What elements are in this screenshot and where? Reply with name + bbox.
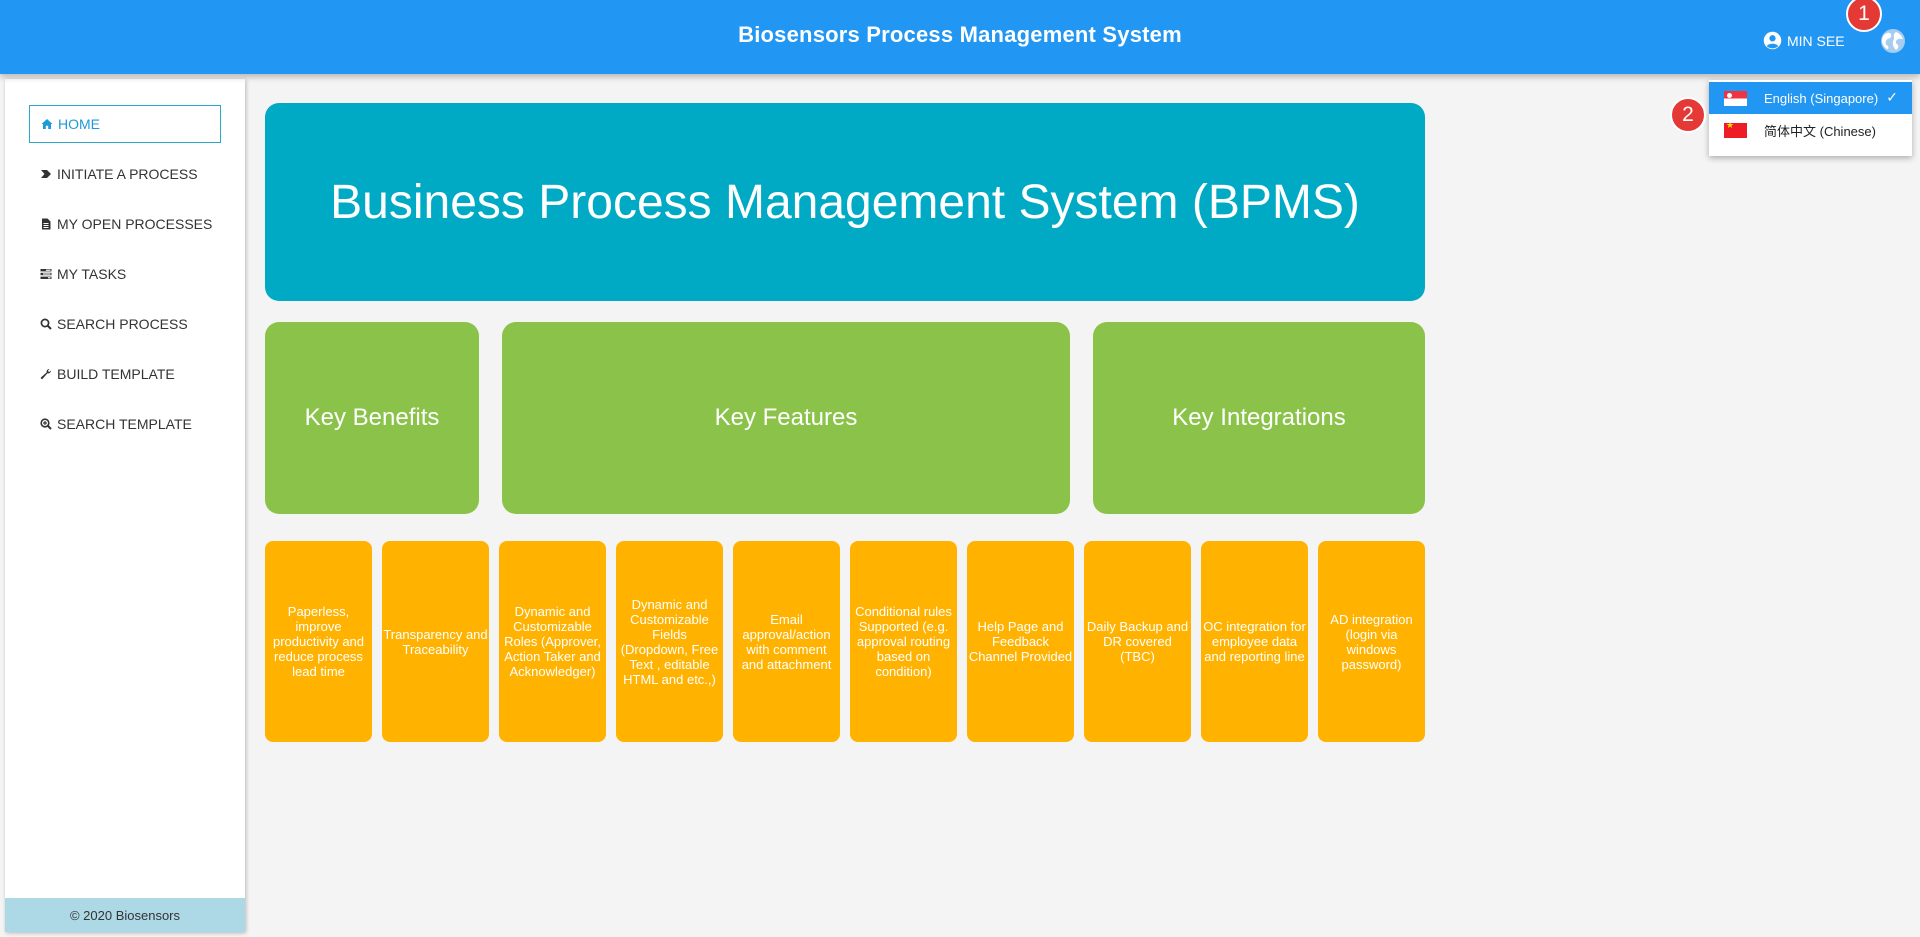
language-option-english[interactable]: English (Singapore) ✓ [1709, 82, 1912, 114]
language-dropdown: English (Singapore) ✓ 简体中文 (Chinese) [1709, 80, 1912, 156]
sidebar-item-initiate-process[interactable]: INITIATE A PROCESS [29, 155, 221, 193]
bpms-banner: Business Process Management System (BPMS… [265, 103, 1425, 301]
key-benefits-box[interactable]: Key Benefits [265, 322, 479, 514]
language-option-chinese[interactable]: 简体中文 (Chinese) [1709, 114, 1912, 146]
feature-tile[interactable]: Dynamic and Customizable Roles (Approver… [499, 541, 606, 742]
sidebar-item-label: MY OPEN PROCESSES [57, 216, 213, 232]
sg-flag-icon [1724, 90, 1747, 106]
sidebar-footer: © 2020 Biosensors [5, 898, 245, 932]
key-integrations-box[interactable]: Key Integrations [1093, 322, 1425, 514]
sidebar-item-label: SEARCH TEMPLATE [57, 416, 192, 432]
feature-tile[interactable]: Dynamic and Customizable Fields (Dropdow… [616, 541, 723, 742]
user-menu[interactable]: MIN SEE [1762, 30, 1845, 51]
sidebar-item-label: HOME [58, 116, 100, 132]
feature-tile[interactable]: Help Page and Feedback Channel Provided [967, 541, 1074, 742]
feature-tile[interactable]: Email approval/action with comment and a… [733, 541, 840, 742]
sidebar-item-search-template[interactable]: SEARCH TEMPLATE [29, 405, 221, 443]
globe-icon[interactable] [1880, 28, 1906, 54]
top-header: Biosensors Process Management System MIN… [0, 0, 1920, 74]
sidebar-item-label: INITIATE A PROCESS [57, 166, 198, 182]
home-icon [40, 117, 54, 131]
sidebar-item-search-process[interactable]: SEARCH PROCESS [29, 305, 221, 343]
app-title: Biosensors Process Management System [738, 22, 1182, 47]
file-icon [39, 217, 53, 231]
cn-flag-icon [1724, 122, 1747, 138]
feature-tile[interactable]: AD integration (login via windows passwo… [1318, 541, 1425, 742]
search-plus-icon [39, 417, 53, 431]
feature-tile[interactable]: Transparency and Traceability [382, 541, 489, 742]
feature-tile[interactable]: Daily Backup and DR covered (TBC) [1084, 541, 1191, 742]
search-icon [39, 317, 53, 331]
feature-tile[interactable]: Conditional rules Supported (e.g. approv… [850, 541, 957, 742]
tasks-icon [39, 267, 53, 281]
sidebar-item-build-template[interactable]: BUILD TEMPLATE [29, 355, 221, 393]
sidebar-item-label: MY TASKS [57, 266, 127, 282]
chevron-right-icon [39, 167, 53, 181]
language-option-label: English (Singapore) [1764, 90, 1879, 106]
sidebar-item-my-open-processes[interactable]: MY OPEN PROCESSES [29, 205, 221, 243]
feature-tile[interactable]: OC integration for employee data and rep… [1201, 541, 1308, 742]
sidebar-item-label: SEARCH PROCESS [57, 316, 188, 332]
language-option-label: 简体中文 (Chinese) [1764, 123, 1876, 139]
sidebar-item-home[interactable]: HOME [29, 105, 221, 143]
sidebar-item-label: BUILD TEMPLATE [57, 366, 175, 382]
wrench-icon [39, 367, 53, 381]
key-features-box[interactable]: Key Features [502, 322, 1070, 514]
sidebar: HOME INITIATE A PROCESS MY OPEN PROCESSE… [5, 79, 245, 932]
sidebar-item-my-tasks[interactable]: MY TASKS [29, 255, 221, 293]
check-icon: ✓ [1886, 89, 1898, 105]
feature-tile[interactable]: Paperless, improve productivity and redu… [265, 541, 372, 742]
step-marker-2: 2 [1670, 97, 1706, 133]
user-circle-icon [1763, 31, 1782, 50]
user-name: MIN SEE [1787, 32, 1845, 49]
